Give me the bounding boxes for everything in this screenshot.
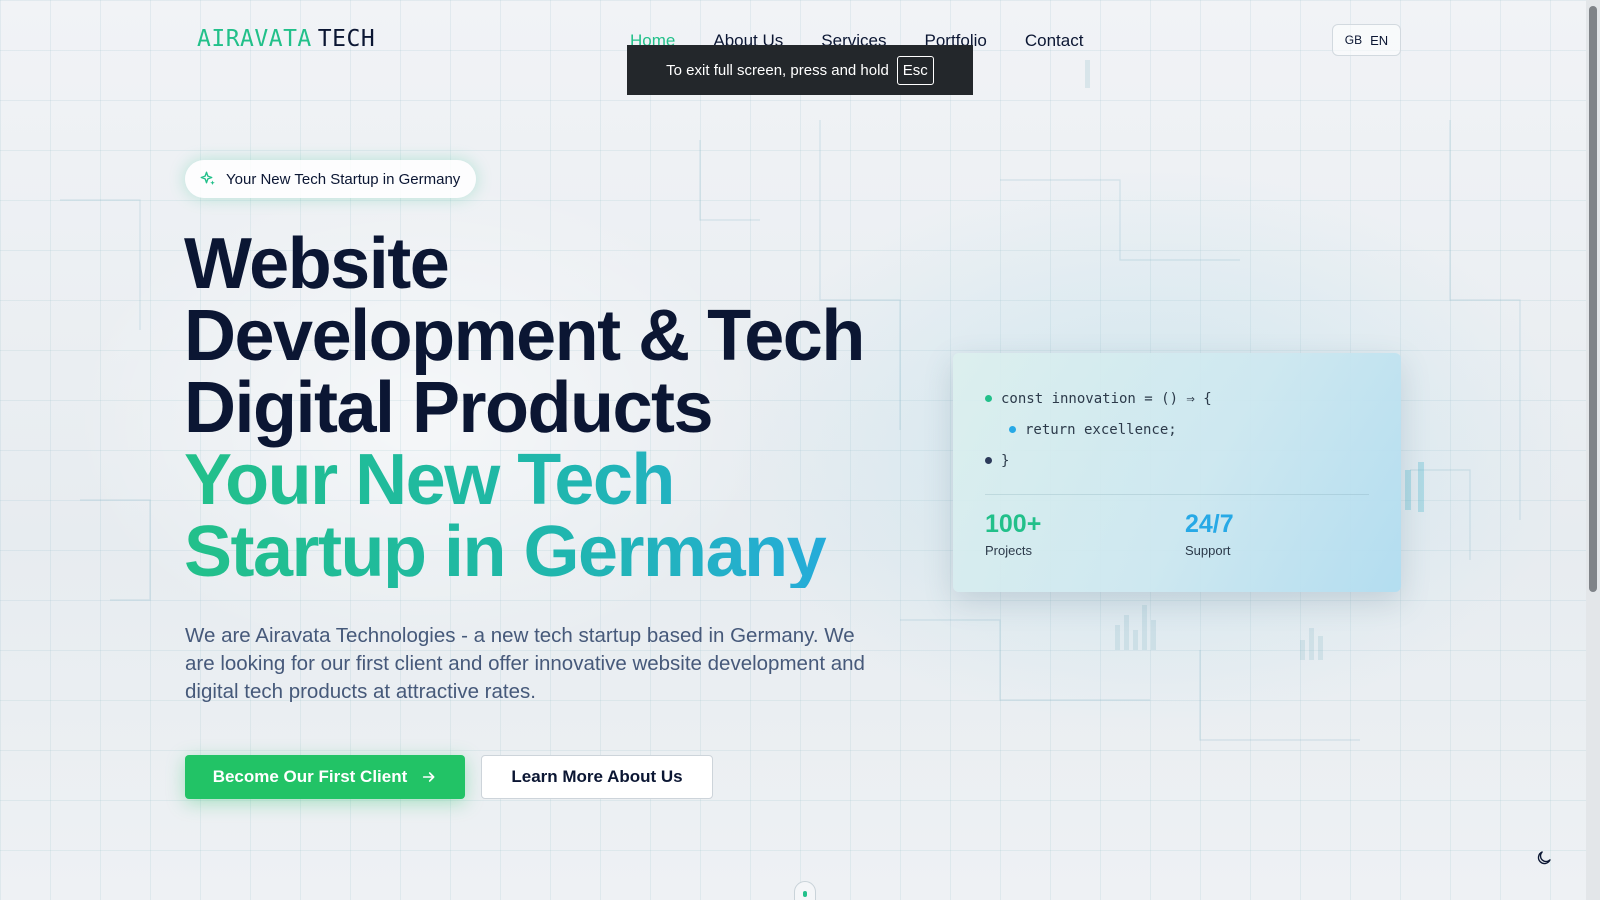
logo-part-2: TECH [317,26,376,52]
code-dot [1009,426,1016,433]
fullscreen-toast-message: To exit full screen, press and hold [666,61,889,79]
language-switcher[interactable]: GB EN [1332,24,1401,56]
code-card: const innovation = () ⇒ { return excelle… [953,353,1401,592]
code-text: return excellence; [1025,421,1177,438]
code-line: const innovation = () ⇒ { [985,383,1212,414]
fullscreen-exit-toast: To exit full screen, press and hold Esc [627,45,973,95]
scrollbar-thumb[interactable] [1589,6,1597,592]
scroll-indicator-dot [803,891,807,897]
sparkle-icon [200,171,215,185]
code-line: return excellence; [985,414,1212,445]
headline-line: Digital Products [184,368,714,448]
code-snippet: const innovation = () ⇒ { return excelle… [985,383,1212,476]
stat-value: 100+ [985,510,1042,538]
nav-item-contact[interactable]: Contact [1025,31,1084,51]
stat-value: 24/7 [1185,510,1234,538]
logo-part-1: AIRAVATA [197,26,312,52]
primary-cta-label: Become Our First Client [212,767,408,786]
esc-key-hint: Esc [896,55,934,85]
code-dot [985,395,992,402]
card-divider [985,494,1369,495]
page-scrollbar[interactable] [1586,0,1600,900]
stat-support: 24/7 Support [1185,510,1234,558]
stat-label: Support [1185,543,1231,558]
secondary-cta-label: Learn More About Us [511,767,683,786]
hero-headline: Website Development & Tech Digital Produ… [184,228,904,588]
hero-description: We are Airavata Technologies - a new tec… [185,624,865,703]
hero-badge-label: Your New Tech Startup in Germany [226,170,461,188]
become-first-client-button[interactable]: Become Our First Client [185,755,465,799]
moon-icon[interactable] [1535,849,1553,867]
headline-accent-line: Your New Tech [184,444,904,516]
code-line: } [985,445,1212,476]
stat-label: Projects [985,543,1032,558]
headline-accent-line: Startup in Germany [184,516,904,588]
headline-line: Website [184,224,450,304]
arrow-right-icon [423,772,435,782]
code-dot [985,457,992,464]
headline-line: Development & Tech [184,296,865,376]
code-text: const innovation = () ⇒ { [1001,390,1212,407]
hero-badge: Your New Tech Startup in Germany [185,160,477,198]
scroll-indicator[interactable] [794,881,816,900]
language-code: EN [1370,32,1389,48]
learn-more-button[interactable]: Learn More About Us [481,755,713,799]
logo[interactable]: AIRAVATA TECH [197,26,375,52]
stat-projects: 100+ Projects [985,510,1041,558]
code-text: } [1001,452,1010,469]
flag-icon: GB [1344,33,1363,47]
